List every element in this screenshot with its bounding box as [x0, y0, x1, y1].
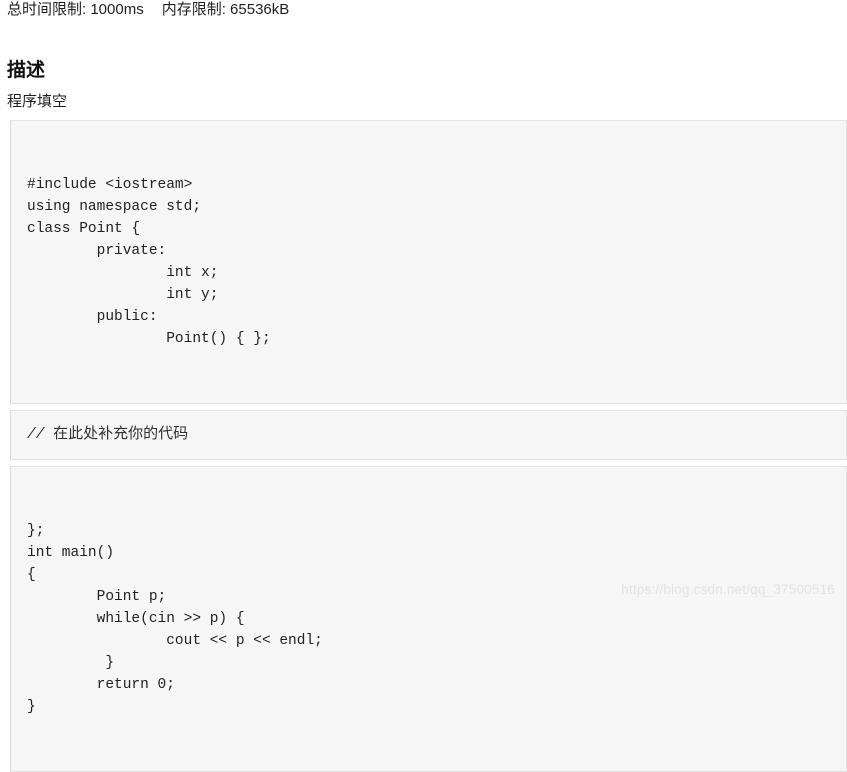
code-blocks-container: #include <iostream> using namespace std;… — [10, 120, 847, 772]
section-heading-description: 描述 — [7, 59, 46, 81]
comment-marker: // — [27, 427, 54, 443]
watermark-url: https://blog.csdn.net/qq_37500516 — [621, 582, 835, 597]
problem-subtitle: 程序填空 — [7, 93, 68, 110]
code-block-fill-in: // 在此处补充你的代码 — [10, 410, 847, 460]
code-block-top-text: #include <iostream> using namespace std;… — [27, 177, 271, 347]
problem-description-page: 总时间限制: 1000ms 内存限制: 65536kB 描述 程序填空 #incl… — [0, 0, 847, 772]
code-block-bottom: }; int main() { Point p; while(cin >> p)… — [10, 466, 847, 772]
time-limit-text: 总时间限制: 1000ms — [7, 1, 144, 18]
code-block-top: #include <iostream> using namespace std;… — [10, 120, 847, 404]
code-block-bottom-text: }; int main() { Point p; while(cin >> p)… — [27, 523, 323, 715]
memory-limit-text: 内存限制: 65536kB — [161, 1, 290, 18]
comment-text: 在此处补充你的代码 — [53, 425, 189, 442]
problem-limits: 总时间限制: 1000ms 内存限制: 65536kB — [7, 0, 289, 20]
